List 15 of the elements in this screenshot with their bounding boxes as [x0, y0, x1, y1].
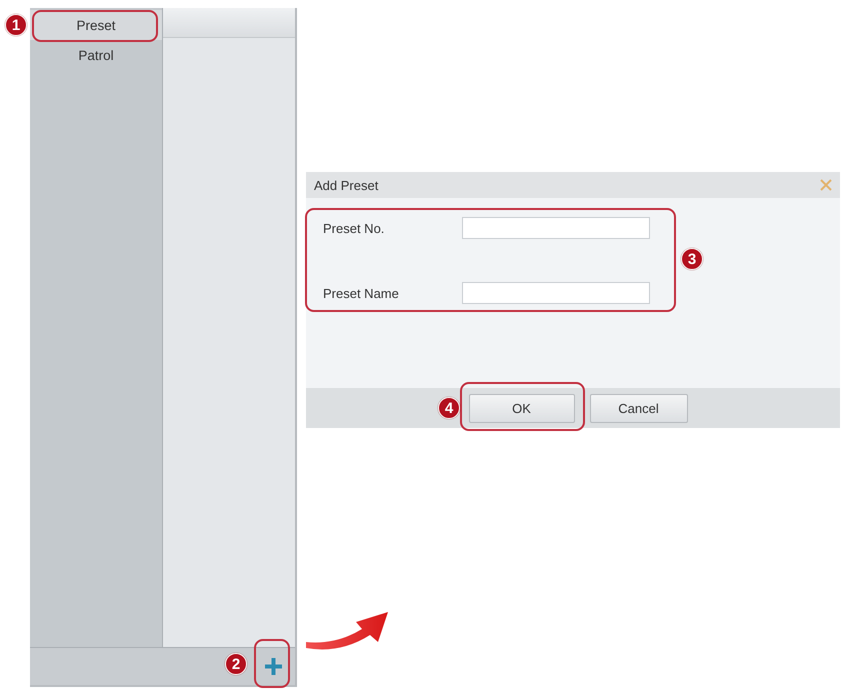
- ok-button[interactable]: OK: [468, 394, 574, 422]
- dialog-title: Add Preset: [314, 178, 378, 192]
- input-field[interactable]: [462, 217, 650, 239]
- sidebar-tab[interactable]: Preset: [30, 10, 162, 40]
- plus-icon: [265, 658, 282, 675]
- sidebar-tab[interactable]: Patrol: [30, 40, 162, 70]
- step-marker: 1: [5, 14, 27, 36]
- field-label: Preset No.: [323, 220, 386, 236]
- close-icon[interactable]: [820, 179, 832, 191]
- add-button[interactable]: [265, 658, 282, 675]
- curved-arrow-icon: [306, 612, 388, 650]
- field-label: Preset Name: [323, 286, 400, 300]
- input-field[interactable]: [462, 282, 650, 304]
- highlight-frame: [254, 639, 290, 688]
- cancel-button[interactable]: Cancel: [590, 394, 688, 422]
